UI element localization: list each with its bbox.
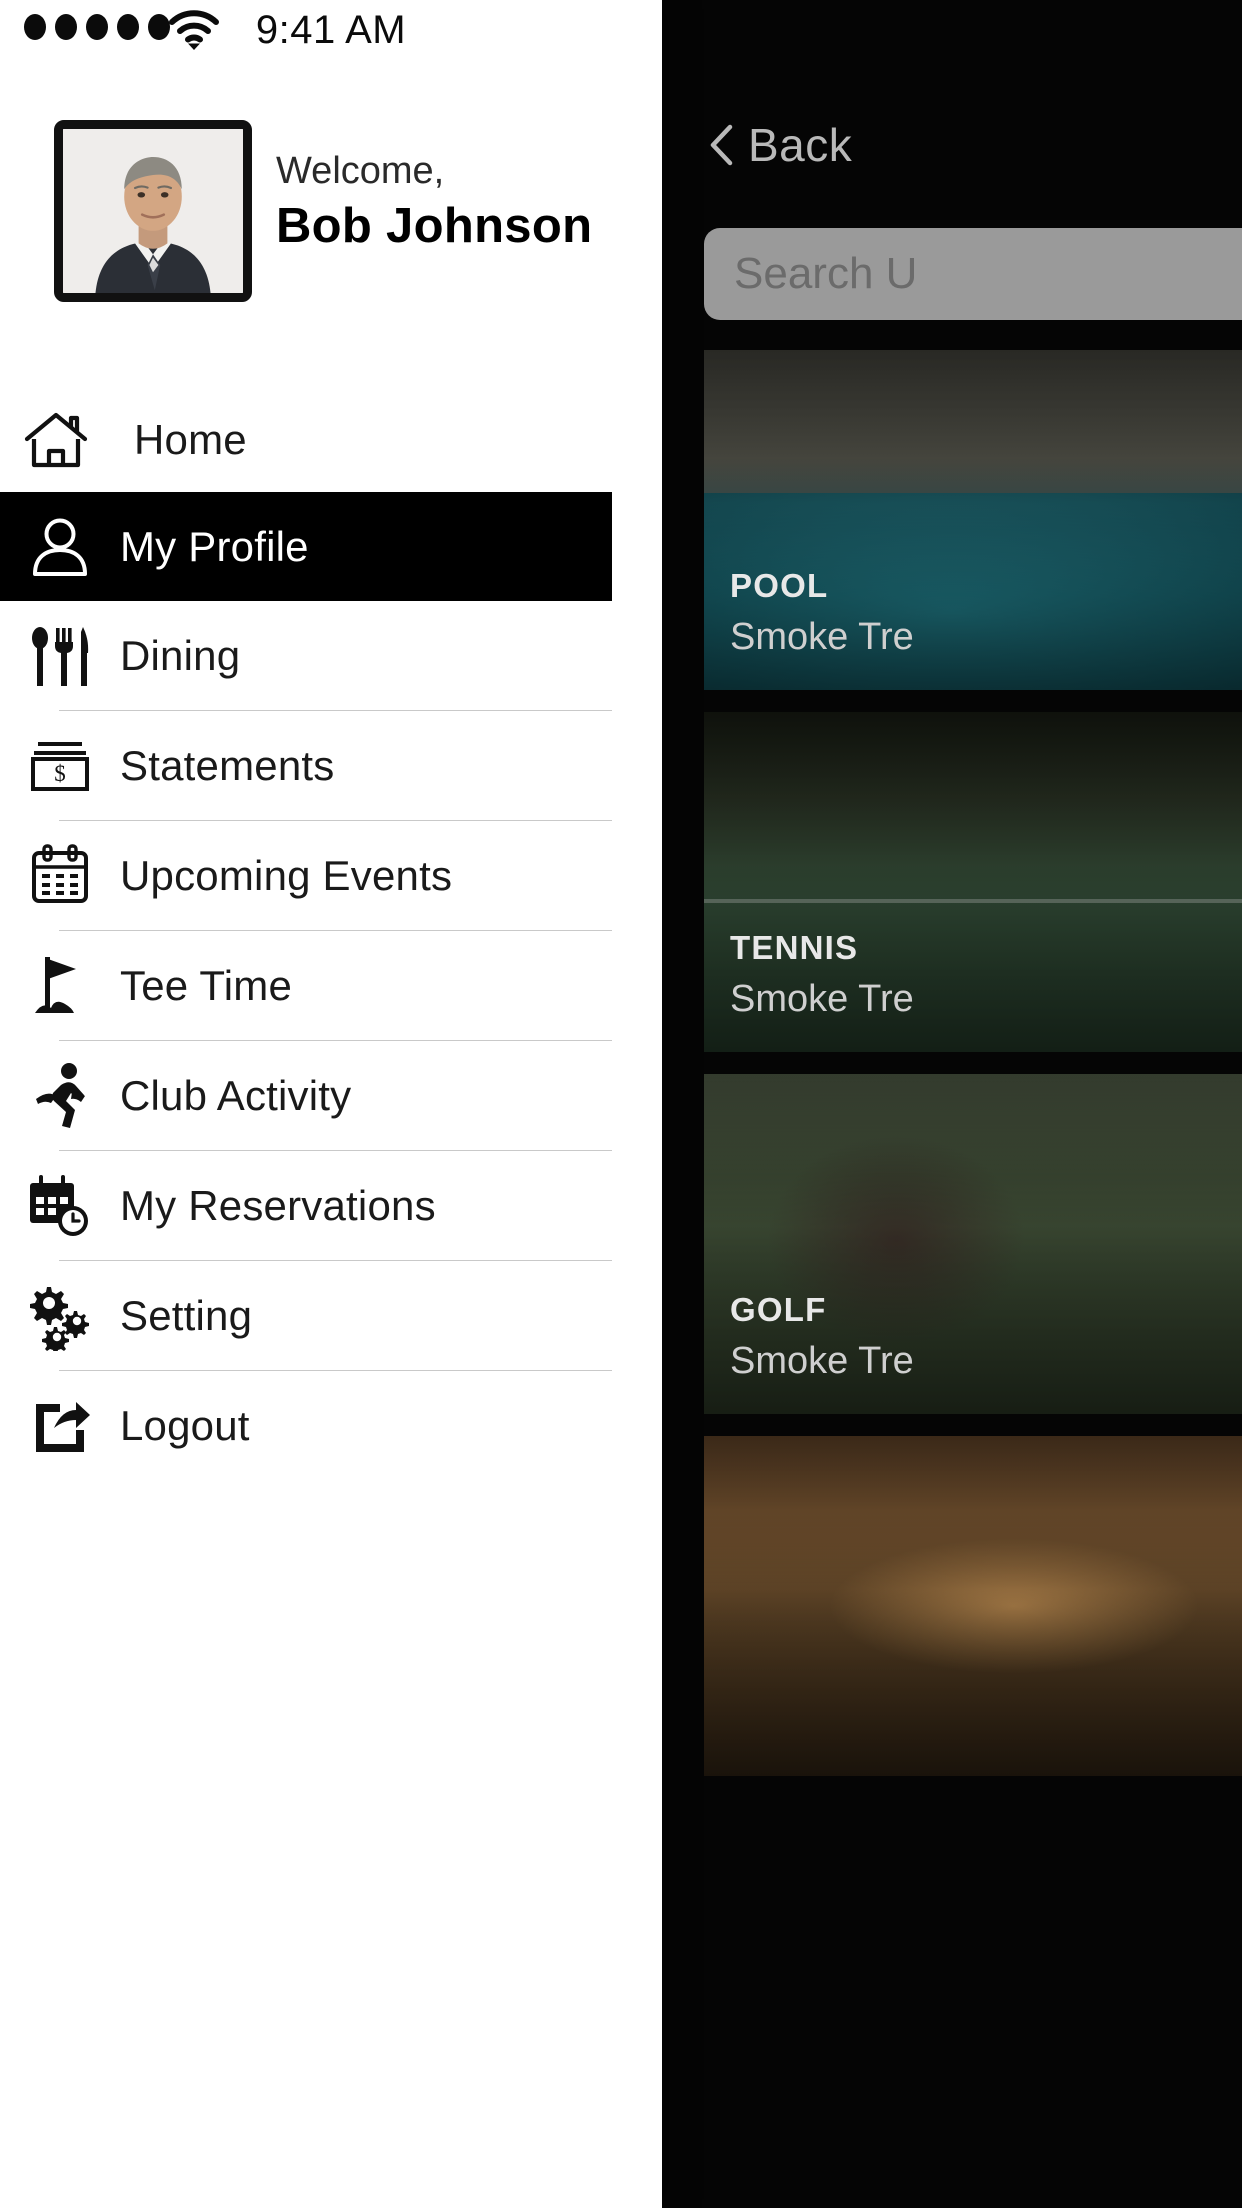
card-caption: GOLF Smoke Tre [730, 1285, 914, 1388]
profile-header[interactable]: Welcome, Bob Johnson [0, 72, 662, 302]
menu-item-dining[interactable]: Dining [0, 601, 662, 710]
card-caption: POOL Smoke Tre [730, 561, 914, 664]
menu-item-label: Tee Time [120, 961, 292, 1009]
gears-icon [0, 1281, 120, 1351]
menu-item-tee-time[interactable]: Tee Time [0, 931, 662, 1040]
menu-item-label: Club Activity [120, 1071, 352, 1119]
drawer-menu: Home My Profile Dining $ Statements Upco… [0, 388, 662, 1480]
status-bar: 9:41 AM [0, 0, 662, 72]
card-pool[interactable]: POOL Smoke Tre [704, 350, 1242, 690]
calendar-clock-icon [0, 1171, 120, 1241]
status-bar-time: 9:41 AM [255, 8, 407, 52]
menu-item-statements[interactable]: $ Statements [0, 711, 662, 820]
svg-text:$: $ [54, 761, 66, 786]
menu-item-label: Home [134, 416, 247, 463]
card-caption: TENNIS Smoke Tre [730, 923, 914, 1026]
money-dollar-icon: $ [0, 737, 120, 795]
user-photo-avatar [63, 129, 243, 293]
card-lodge[interactable] [704, 1436, 1242, 1776]
card-overlay [704, 1436, 1242, 1776]
menu-item-label: Statements [120, 741, 335, 789]
menu-item-label: My Profile [120, 522, 309, 570]
cutlery-icon [0, 622, 120, 690]
user-name: Bob Johnson [276, 198, 593, 253]
navigation-drawer: 9:41 AM Welcome, Bob Johnson Home My Pro… [0, 0, 662, 2208]
card-tennis[interactable]: TENNIS Smoke Tre [704, 712, 1242, 1052]
golf-flag-icon [0, 951, 120, 1021]
menu-item-upcoming-events[interactable]: Upcoming Events [0, 821, 662, 930]
menu-item-label: Dining [120, 631, 241, 679]
back-label: Back [748, 119, 853, 171]
runner-icon [0, 1061, 120, 1131]
card-subtitle: Smoke Tre [730, 977, 914, 1020]
welcome-label: Welcome, [276, 150, 445, 192]
menu-item-my-profile[interactable]: My Profile [0, 492, 612, 601]
avatar[interactable] [54, 120, 252, 302]
card-subtitle: Smoke Tre [730, 615, 914, 658]
calendar-icon [0, 843, 120, 909]
back-button[interactable]: Back [708, 118, 852, 172]
search-placeholder: Search U [734, 249, 918, 298]
welcome-block: Welcome, Bob Johnson [252, 120, 592, 257]
menu-item-club-activity[interactable]: Club Activity [0, 1041, 662, 1150]
search-input[interactable]: Search U [704, 228, 1242, 320]
card-category: GOLF [730, 1291, 827, 1329]
menu-item-label: Upcoming Events [120, 851, 453, 899]
card-subtitle: Smoke Tre [730, 1339, 914, 1382]
card-category: TENNIS [730, 929, 859, 967]
menu-item-my-reservations[interactable]: My Reservations [0, 1151, 662, 1260]
menu-item-logout[interactable]: Logout [0, 1371, 662, 1480]
home-icon [0, 409, 112, 471]
menu-item-label: My Reservations [120, 1181, 436, 1229]
card-golf[interactable]: GOLF Smoke Tre [704, 1074, 1242, 1414]
menu-item-label: Setting [120, 1291, 253, 1339]
menu-item-label: Logout [120, 1401, 250, 1449]
logout-icon [0, 1394, 120, 1458]
card-category: POOL [730, 567, 829, 605]
person-icon [0, 514, 120, 580]
menu-item-setting[interactable]: Setting [0, 1261, 662, 1370]
chevron-left-icon [710, 124, 733, 166]
menu-item-home[interactable]: Home [0, 388, 662, 492]
